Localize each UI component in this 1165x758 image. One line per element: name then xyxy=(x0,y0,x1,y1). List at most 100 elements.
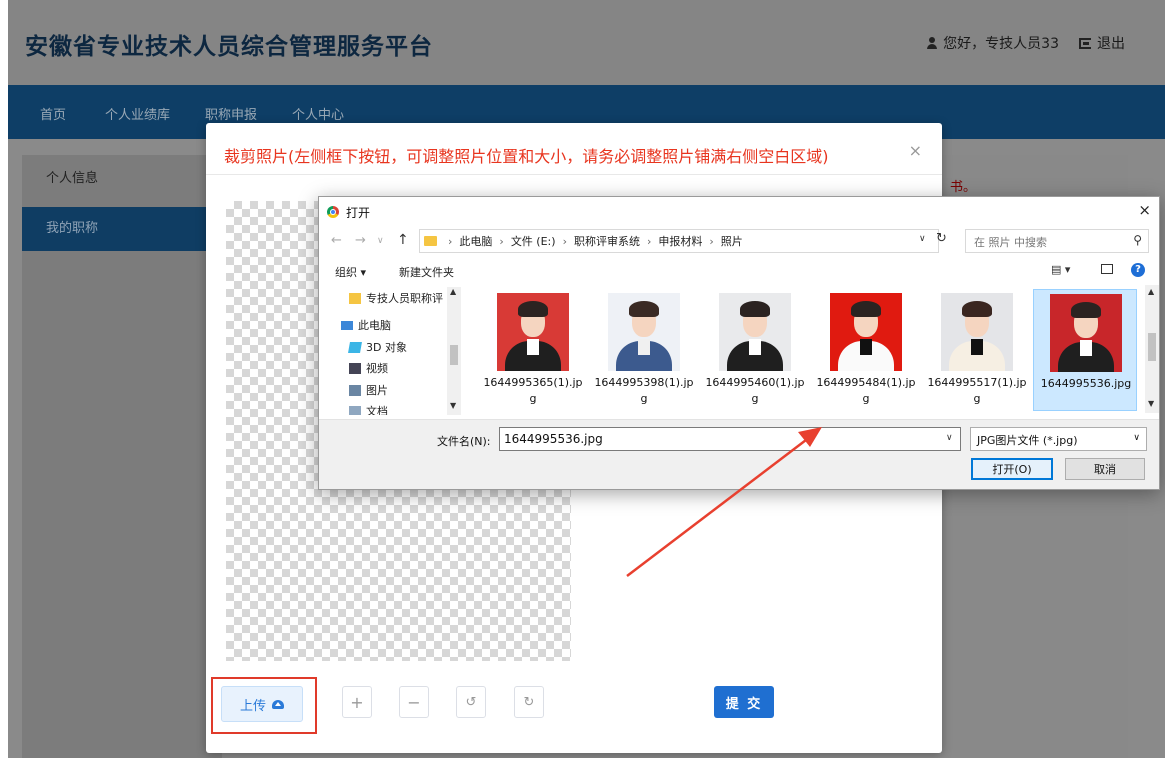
user-icon xyxy=(927,37,938,49)
filename-input[interactable]: 1644995536.jpg xyxy=(499,427,961,451)
nav-item-personal-center[interactable]: 个人中心 xyxy=(292,104,344,123)
breadcrumb-item[interactable]: 职称评审系统 xyxy=(574,233,640,249)
photo-thumbnail xyxy=(608,293,680,371)
file-item[interactable]: 1644995365(1).jpg xyxy=(481,289,585,411)
file-open-dialog: 打开 × ← → ∨ ↑ › 此电脑 › 文件 (E:) › 职称评审系统 › … xyxy=(318,196,1160,490)
site-title: 安徽省专业技术人员综合管理服务平台 xyxy=(25,34,433,60)
search-icon: ⚲ xyxy=(1133,233,1142,247)
nav-item-achievements[interactable]: 个人业绩库 xyxy=(105,104,170,123)
address-row: ← → ∨ ↑ › 此电脑 › 文件 (E:) › 职称评审系统 › 申报材料 … xyxy=(319,227,1159,255)
navigation-pane: 专技人员职称评 此电脑 3D 对象 视频 图片 文档 xyxy=(337,287,465,415)
documents-icon xyxy=(349,405,361,415)
cloud-upload-icon xyxy=(272,699,284,709)
refresh-icon[interactable]: ↻ xyxy=(936,231,947,246)
file-dialog-titlebar: 打开 × xyxy=(319,197,1159,225)
file-item[interactable]: 1644995398(1).jpg xyxy=(592,289,696,411)
sidebar: 个人信息 我的职称 xyxy=(22,155,222,758)
nav-item-title-application[interactable]: 职称申报 xyxy=(205,104,257,123)
photo-thumbnail xyxy=(497,293,569,371)
user-area: 您好，专技人员33 退出 xyxy=(927,33,1125,53)
file-list-scrollbar[interactable]: ▲ ▼ xyxy=(1145,285,1159,413)
organize-menu[interactable]: 组织 ▾ xyxy=(335,264,366,280)
view-options-icon[interactable]: ▤ ▾ xyxy=(1051,263,1070,276)
forward-arrow-icon[interactable]: → xyxy=(355,233,366,248)
partial-notice-text: 书。 xyxy=(950,180,977,195)
nav-item-label: 此电脑 xyxy=(358,319,391,332)
submit-button[interactable]: 提 交 xyxy=(714,686,774,718)
photo-thumbnail xyxy=(941,293,1013,371)
nav-item-folder[interactable]: 专技人员职称评 xyxy=(349,289,443,307)
cancel-button[interactable]: 取消 xyxy=(1065,458,1145,480)
filetype-value: JPG图片文件 (*.jpg) xyxy=(977,434,1078,447)
file-dialog-title: 打开 xyxy=(346,206,371,220)
file-name: 1644995460(1).jpg xyxy=(705,376,805,405)
file-name: 1644995484(1).jpg xyxy=(816,376,916,405)
upload-label: 上传 xyxy=(239,698,266,714)
nav-item-label: 专技人员职称评 xyxy=(366,292,443,305)
nav-item-label: 图片 xyxy=(366,384,388,397)
breadcrumb-item[interactable]: 此电脑 xyxy=(459,233,492,249)
back-arrow-icon[interactable]: ← xyxy=(331,233,342,248)
pictures-icon xyxy=(349,384,361,396)
close-icon[interactable]: × xyxy=(1138,201,1151,219)
file-dialog-footer: 文件名(N): 1644995536.jpg ∨ JPG图片文件 (*.jpg)… xyxy=(319,419,1159,489)
open-button[interactable]: 打开(O) xyxy=(971,458,1053,480)
filetype-select[interactable]: JPG图片文件 (*.jpg) ∨ xyxy=(970,427,1147,451)
computer-icon xyxy=(341,320,353,330)
greeting-text: 您好，专技人员33 xyxy=(943,36,1059,52)
file-item[interactable]: 1644995460(1).jpg xyxy=(703,289,807,411)
file-name: 1644995536.jpg xyxy=(1040,377,1132,390)
rotate-right-button[interactable]: ↻ xyxy=(514,686,544,718)
breadcrumb-item[interactable]: 文件 (E:) xyxy=(511,233,556,249)
chevron-down-icon[interactable]: ∨ xyxy=(946,433,953,443)
file-name: 1644995398(1).jpg xyxy=(594,376,694,405)
nav-item-label: 视频 xyxy=(366,362,388,375)
nav-item-label: 3D 对象 xyxy=(366,341,407,354)
recent-locations-icon[interactable]: ∨ xyxy=(377,236,384,246)
file-item[interactable]: 1644995517(1).jpg xyxy=(925,289,1029,411)
preview-pane-icon[interactable] xyxy=(1101,264,1113,274)
upload-button[interactable]: 上传 xyxy=(221,686,303,722)
chevron-down-icon: ∨ xyxy=(1133,433,1140,443)
chevron-down-icon[interactable]: ∨ xyxy=(919,234,926,244)
video-icon xyxy=(349,362,361,374)
nav-item-label: 文档 xyxy=(366,405,388,415)
folder-icon xyxy=(349,292,361,304)
nav-item-videos[interactable]: 视频 xyxy=(349,359,388,377)
crop-dialog-footer: 上传 + − ↺ ↻ 提 交 xyxy=(206,675,942,745)
breadcrumb-item[interactable]: 照片 xyxy=(721,233,743,249)
file-item[interactable]: 1644995484(1).jpg xyxy=(814,289,918,411)
file-list: 1644995365(1).jpg 1644995398(1).jpg 1644… xyxy=(469,285,1145,413)
navigation-scrollbar[interactable]: ▲ ▼ xyxy=(447,287,461,415)
search-input[interactable]: 在 照片 中搜索 ⚲ xyxy=(965,229,1149,253)
zoom-out-button[interactable]: − xyxy=(399,686,429,718)
photo-thumbnail xyxy=(719,293,791,371)
file-item-selected[interactable]: 1644995536.jpg xyxy=(1033,289,1137,411)
nav-item-this-pc[interactable]: 此电脑 xyxy=(341,316,391,334)
sidebar-item-personal-info[interactable]: 个人信息 xyxy=(22,157,222,201)
photo-thumbnail xyxy=(830,293,902,371)
nav-item-home[interactable]: 首页 xyxy=(40,104,66,123)
chrome-icon xyxy=(327,206,339,218)
close-icon[interactable]: × xyxy=(909,141,922,160)
zoom-in-button[interactable]: + xyxy=(342,686,372,718)
top-header: 安徽省专业技术人员综合管理服务平台 您好，专技人员33 退出 xyxy=(8,0,1165,85)
logout-icon[interactable] xyxy=(1079,37,1091,49)
rotate-left-button[interactable]: ↺ xyxy=(456,686,486,718)
crop-dialog-header: 裁剪照片(左侧框下按钮，可调整照片位置和大小，请务必调整照片铺满右侧空白区域) … xyxy=(206,123,942,175)
search-placeholder: 在 照片 中搜索 xyxy=(974,236,1047,249)
sidebar-item-my-title[interactable]: 我的职称 xyxy=(22,207,222,251)
up-arrow-icon[interactable]: ↑ xyxy=(397,232,409,248)
nav-item-3d-objects[interactable]: 3D 对象 xyxy=(348,338,407,356)
folder-icon xyxy=(424,236,437,246)
nav-item-pictures[interactable]: 图片 xyxy=(349,381,388,399)
logout-link[interactable]: 退出 xyxy=(1097,33,1125,53)
breadcrumb-item[interactable]: 申报材料 xyxy=(658,233,702,249)
file-dialog-toolbar: 组织 ▾ 新建文件夹 ▤ ▾ ? xyxy=(319,257,1159,285)
new-folder-button[interactable]: 新建文件夹 xyxy=(399,264,454,280)
help-icon[interactable]: ? xyxy=(1131,263,1145,277)
address-bar[interactable]: › 此电脑 › 文件 (E:) › 职称评审系统 › 申报材料 › 照片 xyxy=(419,229,939,253)
photo-thumbnail xyxy=(1050,294,1122,372)
3d-objects-icon xyxy=(348,341,362,353)
nav-item-documents[interactable]: 文档 xyxy=(349,402,388,415)
